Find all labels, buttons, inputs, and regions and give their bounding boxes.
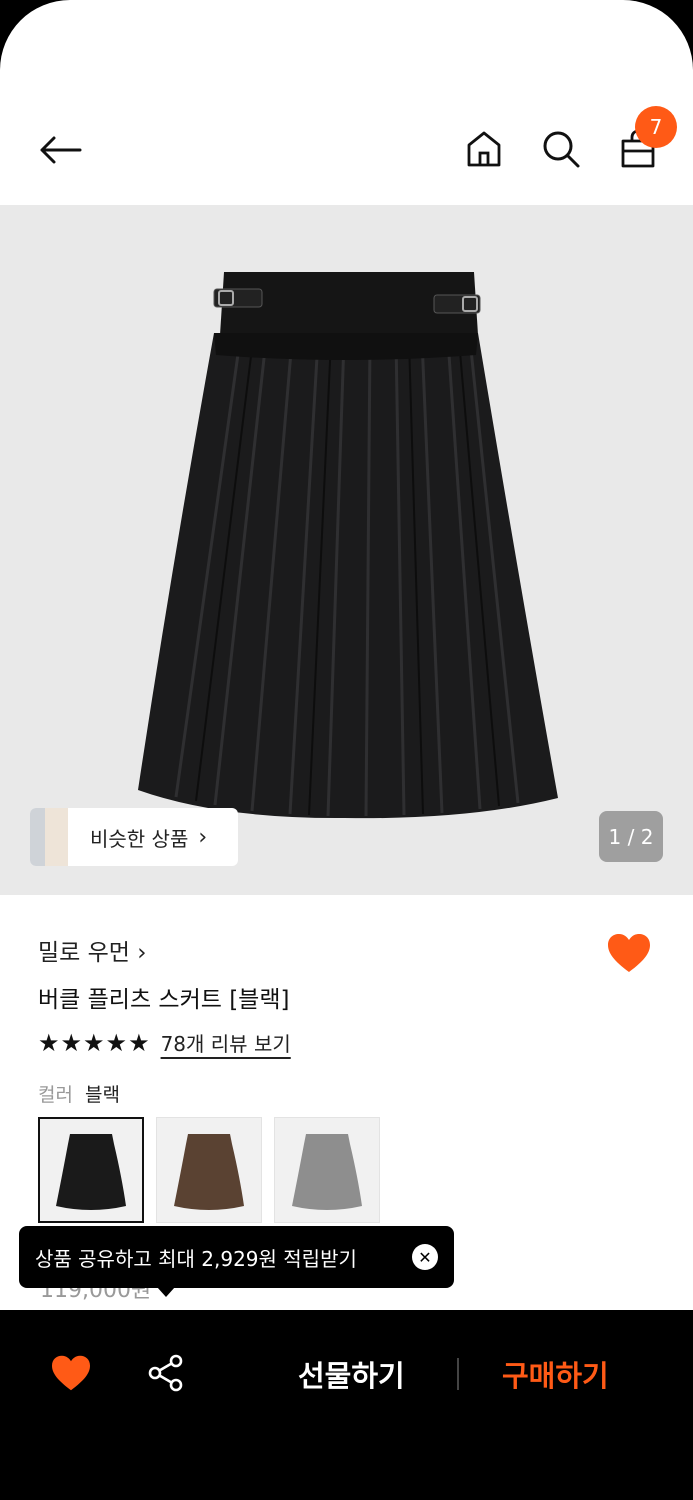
heart-icon [52, 1355, 90, 1391]
buy-button[interactable]: 구매하기 [502, 1353, 609, 1395]
skirt-thumbnail [174, 1134, 244, 1210]
share-button[interactable] [147, 1354, 185, 1396]
star-rating: ★★★★★ [38, 1028, 151, 1057]
color-key: 컬러 [38, 1084, 73, 1106]
skirt-thumbnail [292, 1134, 362, 1210]
skirt-image [138, 272, 558, 819]
similar-products-label: 비슷한 상품 [90, 826, 189, 851]
share-icon [148, 1354, 183, 1392]
similar-products-button[interactable]: 비슷한 상품 › [30, 808, 238, 866]
bottom-wishlist-button[interactable] [50, 1354, 92, 1396]
gift-button[interactable]: 선물하기 [298, 1353, 405, 1395]
app-screen: 7 비슷한 상품 › 1 / 2 밀로 우먼 › 버클 플리츠 스커트 [블랙]… [0, 0, 693, 1500]
brand-link[interactable]: 밀로 우먼 › [38, 933, 146, 967]
similar-thumbnail [30, 808, 68, 866]
tooltip-text: 상품 공유하고 최대 2,929원 적립받기 [35, 1246, 357, 1271]
home-button[interactable] [464, 128, 504, 170]
heart-icon [608, 934, 650, 972]
bottom-action-bar [0, 1310, 693, 1500]
image-counter: 1 / 2 [599, 811, 663, 862]
home-icon [467, 131, 501, 167]
reviews-link[interactable]: 78개 리뷰 보기 [161, 1028, 291, 1057]
swatch-black[interactable] [38, 1117, 144, 1223]
wishlist-button[interactable] [606, 932, 652, 978]
back-button[interactable] [36, 130, 84, 170]
close-icon[interactable]: ✕ [412, 1244, 438, 1270]
color-value: 블랙 [84, 1084, 120, 1106]
rating-row: ★★★★★ 78개 리뷰 보기 [38, 1028, 291, 1057]
search-icon [543, 131, 580, 168]
swatch-brown[interactable] [156, 1117, 262, 1223]
swatch-gray[interactable] [274, 1117, 380, 1223]
arrow-left-icon [40, 136, 82, 164]
cart-count-badge: 7 [635, 106, 677, 148]
skirt-thumbnail [56, 1134, 126, 1210]
chevron-right-icon: › [198, 824, 208, 850]
tooltip-tail [157, 1287, 175, 1297]
color-swatches [38, 1117, 380, 1223]
product-title: 버클 플리츠 스커트 [블랙] [38, 987, 290, 1013]
search-button[interactable] [540, 128, 582, 170]
share-reward-tooltip: 상품 공유하고 최대 2,929원 적립받기 ✕ [19, 1226, 454, 1288]
product-image[interactable] [0, 205, 693, 895]
divider [457, 1358, 459, 1390]
color-selection-label: 컬러 블랙 [38, 1080, 120, 1107]
